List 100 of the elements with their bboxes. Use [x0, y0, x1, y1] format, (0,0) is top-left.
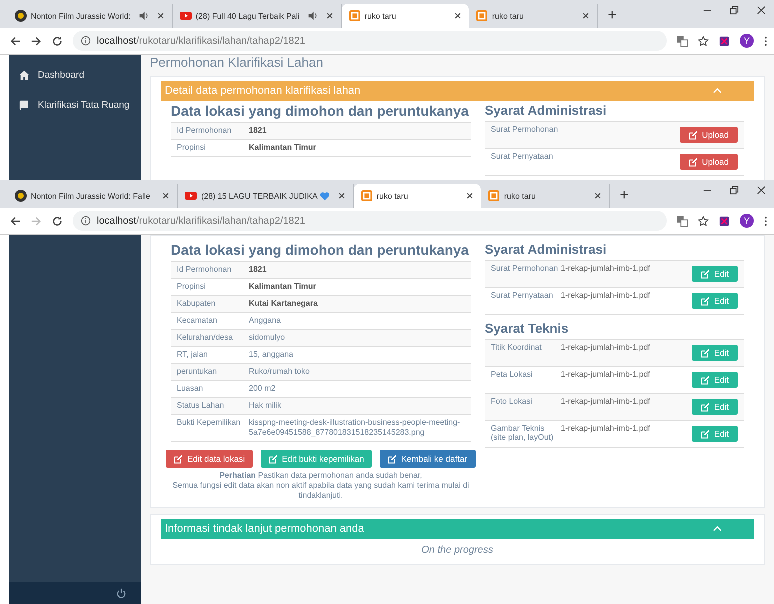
address-field[interactable]: localhost/rukotaru/klarifikasi/lahan/tahap2/1821 — [73, 211, 667, 231]
info-icon — [81, 216, 91, 226]
close-window-icon[interactable] — [757, 186, 766, 194]
field-value: 1821 — [249, 126, 268, 136]
action-button[interactable]: Edit data lokasi — [166, 450, 254, 468]
file-name: 1-rekap-jumlah-imb-1.pdf — [561, 370, 652, 379]
translate-icon[interactable] — [677, 216, 688, 226]
close-tab-icon[interactable] — [338, 192, 346, 200]
film-reel-icon — [15, 190, 27, 202]
field-value: 200 m2 — [249, 384, 277, 394]
close-tab-icon[interactable] — [594, 192, 602, 200]
translate-icon[interactable] — [677, 36, 688, 46]
action-button[interactable]: Kembali ke daftar — [380, 450, 476, 468]
browser-tab[interactable]: Nonton Film Jurassic World: Falle — [8, 184, 178, 208]
sidebar-item[interactable]: Klarifikasi Tata Ruang — [9, 95, 141, 125]
edit-icon — [701, 348, 710, 358]
reload-icon[interactable] — [52, 216, 63, 226]
field-value: sidomulyo — [249, 333, 286, 343]
menu-icon[interactable] — [764, 216, 768, 226]
edit-icon — [701, 402, 710, 412]
field-label: peruntukan — [177, 367, 218, 377]
film-reel-icon — [15, 10, 27, 22]
file-name: 1-rekap-jumlah-imb-1.pdf — [561, 424, 652, 433]
document-label: Surat Permohonan — [491, 125, 560, 134]
document-button[interactable]: Upload — [680, 154, 738, 170]
field-value: Kalimantan Timur — [249, 143, 318, 153]
document-label: Foto Lokasi — [491, 397, 534, 406]
edit-icon — [701, 430, 710, 438]
restore-icon[interactable] — [730, 186, 739, 194]
document-label: Peta Lokasi — [491, 370, 534, 379]
book-icon — [19, 100, 30, 111]
close-tab-icon[interactable] — [326, 12, 334, 20]
field-label: Status Lahan — [177, 401, 226, 411]
sidebar-item[interactable]: Dashboard — [9, 65, 141, 95]
document-button[interactable]: Upload — [680, 127, 738, 143]
page-title: Permohonan Klarifikasi Lahan — [150, 55, 324, 70]
field-value: 15, anggana — [249, 350, 294, 360]
edit-icon — [689, 158, 698, 166]
field-label: Id Permohonan — [177, 126, 233, 136]
section-heading: Syarat Administrasi — [485, 242, 608, 257]
url-text: localhost/rukotaru/klarifikasi/lahan/tahap2/1821 — [97, 36, 306, 46]
grid-icon — [476, 10, 488, 22]
status-text: On the progress — [420, 544, 494, 558]
restore-icon[interactable] — [730, 6, 739, 14]
power-icon[interactable] — [116, 588, 127, 598]
address-field[interactable]: localhost/rukotaru/klarifikasi/lahan/tahap2/1821 — [73, 31, 667, 51]
document-label: Surat Pernyataan — [491, 152, 554, 161]
browser-tab[interactable]: ruko taru — [481, 184, 610, 208]
edit-icon — [174, 454, 184, 464]
star-icon[interactable] — [698, 216, 709, 226]
notice-text: Perhatian Pastikan data permohonan anda sudah benar, Semua fungsi edit data akan non aktif apabila data yang sudah kami terima mulai di tindaklanjuti. — [172, 471, 470, 501]
field-label: Id Permohonan — [177, 265, 233, 275]
browser-tab[interactable]: ruko taru — [354, 184, 482, 208]
edit-icon — [269, 454, 278, 464]
new-tab-button[interactable]: + — [620, 187, 629, 204]
extension-icon[interactable] — [719, 36, 730, 46]
profile-avatar[interactable]: Y — [740, 34, 754, 48]
extension-icon[interactable] — [719, 216, 730, 226]
menu-icon[interactable] — [764, 36, 768, 46]
section-heading: Data lokasi yang dimohon dan peruntukanya — [171, 242, 470, 258]
back-arrow-icon[interactable] — [10, 216, 21, 226]
edit-icon — [388, 454, 398, 464]
section-heading: Syarat Administrasi — [485, 103, 608, 118]
browser-tab[interactable]: (28) 15 LAGU TERBAIK JUDIKA — [178, 184, 354, 208]
field-label: Propinsi — [177, 282, 207, 292]
field-label: Kelurahan/desa — [177, 333, 234, 343]
close-window-icon[interactable] — [757, 6, 766, 14]
info-icon — [81, 36, 91, 46]
reload-icon[interactable] — [52, 36, 63, 46]
field-value: Anggana — [249, 316, 282, 326]
browser-tab[interactable]: ruko taru — [469, 4, 598, 28]
new-tab-button[interactable]: + — [608, 7, 617, 24]
edit-icon — [701, 296, 710, 306]
grid-icon — [360, 190, 373, 202]
field-label: Bukti Kepemilikan — [177, 418, 242, 429]
profile-avatar[interactable]: Y — [740, 214, 754, 228]
forward-arrow-icon[interactable] — [31, 36, 42, 46]
close-tab-icon[interactable] — [582, 12, 590, 20]
star-icon[interactable] — [698, 36, 709, 46]
section-heading: Syarat Teknis — [485, 321, 570, 336]
home-icon — [19, 70, 30, 81]
back-arrow-icon[interactable] — [10, 36, 21, 46]
edit-icon — [689, 130, 698, 140]
field-value: Hak milik — [249, 401, 282, 411]
browser-tab[interactable]: (28) Full 40 Lagu Terbaik Pali — [172, 4, 342, 28]
close-tab-icon[interactable] — [454, 12, 462, 20]
file-name: 1-rekap-jumlah-imb-1.pdf — [561, 291, 652, 300]
close-tab-icon[interactable] — [162, 192, 170, 200]
file-name: 1-rekap-jumlah-imb-1.pdf — [561, 397, 652, 406]
file-name: 1-rekap-jumlah-imb-1.pdf — [561, 264, 652, 273]
close-tab-icon[interactable] — [466, 192, 474, 200]
close-tab-icon[interactable] — [156, 12, 165, 20]
field-value: Ruko/rumah toko — [249, 367, 311, 377]
speaker-icon — [308, 11, 318, 21]
play-icon — [185, 190, 198, 202]
file-name: 1-rekap-jumlah-imb-1.pdf — [561, 343, 652, 352]
browser-tab[interactable]: ruko taru — [342, 4, 470, 28]
url-text: localhost/rukotaru/klarifikasi/lahan/tahap2/1821 — [97, 216, 306, 226]
field-label: RT, jalan — [177, 350, 209, 360]
browser-tab[interactable]: Nonton Film Jurassic World: — [8, 4, 173, 28]
